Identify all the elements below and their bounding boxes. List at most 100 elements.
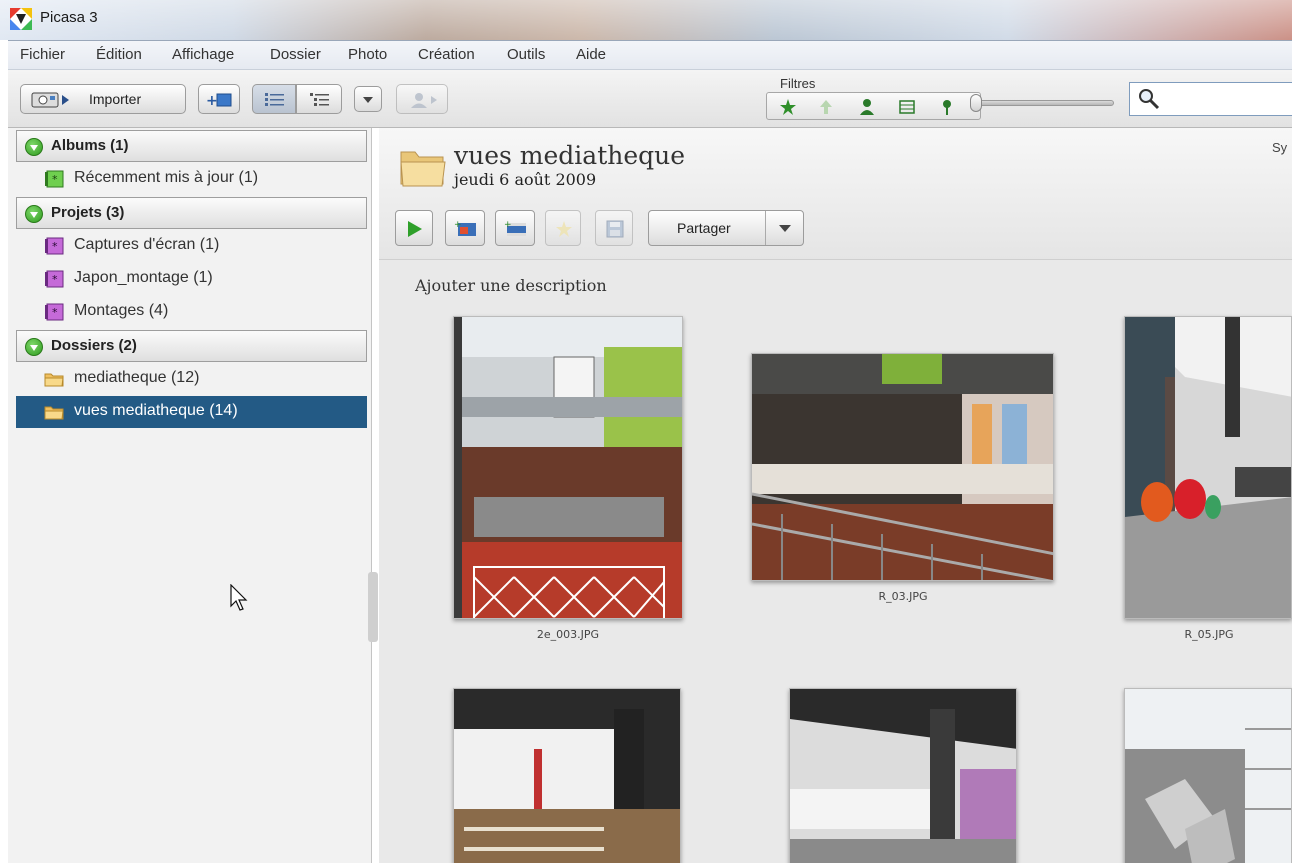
folder-view: vues mediatheque jeudi 6 août 2009 Sy +	[379, 128, 1292, 863]
svg-text:*: *	[52, 240, 58, 253]
menu-photo[interactable]: Photo	[348, 46, 387, 63]
toolbar: Importer + Filtres	[8, 70, 1292, 128]
photo-image	[454, 689, 680, 863]
title-bar: Picasa 3	[0, 0, 1292, 40]
chevron-down-icon	[363, 97, 373, 103]
description-placeholder[interactable]: Ajouter une description	[415, 276, 607, 295]
play-slideshow-button[interactable]	[395, 210, 433, 246]
expand-arrow-icon[interactable]	[25, 138, 43, 156]
section-albums-label: Albums (1)	[51, 137, 129, 154]
photo-thumbnail[interactable]	[453, 316, 683, 619]
folder-large-icon	[400, 151, 446, 187]
section-folders[interactable]: Dossiers (2)	[16, 330, 367, 362]
map-pin-icon[interactable]	[938, 98, 956, 116]
sidebar-item-mediatheque[interactable]: mediatheque (12)	[16, 363, 367, 395]
save-button[interactable]	[595, 210, 633, 246]
photo-image	[752, 354, 1053, 580]
panel-splitter[interactable]	[368, 572, 378, 642]
star-button[interactable]	[545, 210, 581, 246]
list-view-icon	[265, 93, 284, 106]
expand-arrow-icon[interactable]	[25, 205, 43, 223]
folder-date: jeudi 6 août 2009	[454, 170, 597, 189]
filter-slider-track[interactable]	[976, 100, 1114, 106]
menu-affichage[interactable]: Affichage	[172, 46, 234, 63]
photo-thumbnail[interactable]	[751, 353, 1054, 581]
sidebar-item-label: Captures d'écran (1)	[74, 236, 220, 253]
menu-aide[interactable]: Aide	[576, 46, 606, 63]
filter-slider-thumb[interactable]	[970, 94, 982, 112]
sidebar-item-recent[interactable]: * Récemment mis à jour (1)	[16, 163, 367, 195]
camera-icon	[31, 92, 69, 108]
filters-label: Filtres	[780, 76, 816, 91]
menu-edition[interactable]: Édition	[96, 46, 142, 63]
sidebar-item-label: Récemment mis à jour (1)	[74, 169, 259, 186]
menu-bar: Fichier Édition Affichage Dossier Photo …	[8, 40, 1292, 70]
svg-text:+: +	[504, 220, 512, 230]
collage-icon: +	[454, 220, 476, 236]
menu-outils[interactable]: Outils	[507, 46, 545, 63]
folder-icon	[44, 373, 64, 387]
svg-text:+: +	[454, 220, 462, 230]
folder-title: vues mediatheque	[454, 141, 686, 170]
photo-image	[1125, 689, 1291, 863]
sidebar-item-label: Montages (4)	[74, 302, 169, 319]
section-albums[interactable]: Albums (1)	[16, 130, 367, 162]
photo-image	[1125, 317, 1291, 618]
section-projects[interactable]: Projets (3)	[16, 197, 367, 229]
menu-creation[interactable]: Création	[418, 46, 475, 63]
photo-thumbnail[interactable]	[1124, 688, 1292, 863]
import-button[interactable]: Importer	[20, 84, 186, 114]
view-dropdown-button[interactable]	[354, 86, 382, 112]
album-icon: *	[45, 170, 64, 188]
save-icon	[606, 220, 624, 238]
window-title: Picasa 3	[40, 9, 98, 26]
sidebar-item-captures[interactable]: * Captures d'écran (1)	[16, 230, 367, 262]
svg-text:*: *	[52, 273, 58, 286]
section-projects-label: Projets (3)	[51, 204, 125, 221]
sidebar-item-montages[interactable]: * Montages (4)	[16, 296, 367, 328]
photo-image	[454, 317, 682, 618]
share-label: Partager	[677, 220, 731, 236]
filters-group	[766, 92, 981, 120]
movie-button[interactable]: +	[495, 210, 535, 246]
mouse-cursor-icon	[230, 584, 248, 611]
sidebar-item-vues-mediatheque[interactable]: vues mediatheque (14)	[16, 396, 367, 428]
project-icon: *	[45, 303, 64, 321]
collage-button[interactable]: +	[445, 210, 485, 246]
sidebar-item-japon[interactable]: * Japon_montage (1)	[16, 263, 367, 295]
menu-dossier[interactable]: Dossier	[270, 46, 321, 63]
star-icon[interactable]	[779, 98, 797, 116]
add-to-album-button[interactable]: +	[198, 84, 240, 114]
sync-label[interactable]: Sy	[1272, 140, 1287, 155]
chevron-down-icon[interactable]	[779, 225, 791, 233]
project-icon: *	[45, 237, 64, 255]
film-icon[interactable]	[898, 98, 916, 116]
star-icon	[556, 221, 572, 237]
search-input[interactable]	[1129, 82, 1292, 116]
play-icon	[408, 221, 422, 237]
photo-caption: R_03.JPG	[878, 590, 928, 603]
folder-icon	[44, 406, 64, 420]
menu-fichier[interactable]: Fichier	[20, 46, 65, 63]
sidebar-item-label: vues mediatheque (14)	[74, 402, 238, 419]
svg-text:*: *	[52, 173, 58, 186]
share-button[interactable]: Partager	[648, 210, 804, 246]
photo-image	[790, 689, 1016, 863]
photo-thumbnail[interactable]	[789, 688, 1017, 863]
svg-text:*: *	[52, 306, 58, 319]
movie-icon: +	[504, 220, 526, 236]
folder-header: vues mediatheque jeudi 6 août 2009 Sy +	[379, 128, 1292, 260]
people-button[interactable]	[396, 84, 448, 114]
tree-view-button[interactable]	[296, 84, 342, 114]
photo-thumbnail[interactable]	[453, 688, 681, 863]
sidebar-item-label: mediatheque (12)	[74, 369, 200, 386]
person-icon[interactable]	[858, 98, 876, 116]
expand-arrow-icon[interactable]	[25, 338, 43, 356]
photo-caption: 2e_003.JPG	[536, 628, 600, 641]
list-view-button[interactable]	[252, 84, 296, 114]
library-sidebar: Albums (1) * Récemment mis à jour (1) Pr…	[8, 128, 372, 863]
picasa-logo-icon	[10, 8, 32, 30]
upload-icon[interactable]	[817, 98, 835, 116]
project-icon: *	[45, 270, 64, 288]
photo-thumbnail[interactable]	[1124, 316, 1292, 619]
